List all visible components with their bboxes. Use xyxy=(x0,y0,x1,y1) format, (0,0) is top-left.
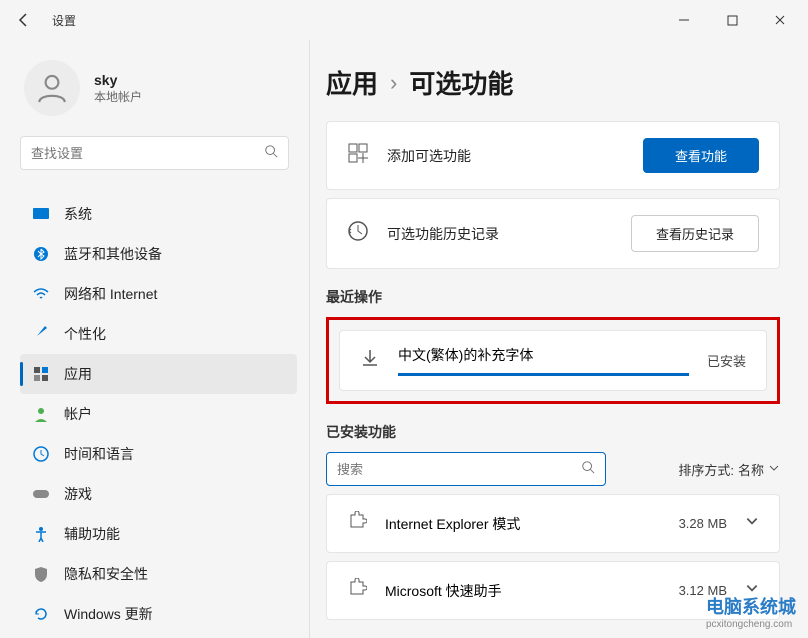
chevron-right-icon: › xyxy=(390,70,397,96)
gamepad-icon xyxy=(32,485,50,503)
sort-dropdown[interactable]: 排序方式: 名称 xyxy=(678,460,780,479)
recent-item-name: 中文(繁体)的补充字体 xyxy=(398,345,689,365)
search-icon xyxy=(264,144,278,163)
installed-feature-item[interactable]: Microsoft 快速助手 3.12 MB xyxy=(326,561,780,620)
nav-label: 隐私和安全性 xyxy=(64,564,148,584)
close-button[interactable] xyxy=(760,4,800,36)
nav-label: Windows 更新 xyxy=(64,604,153,624)
nav-label: 时间和语言 xyxy=(64,444,134,464)
sidebar-search[interactable] xyxy=(20,136,289,170)
feature-size: 3.12 MB xyxy=(679,583,727,598)
breadcrumb-parent[interactable]: 应用 xyxy=(326,64,378,101)
accessibility-icon xyxy=(32,525,50,543)
installed-heading: 已安装功能 xyxy=(326,422,780,442)
person-icon xyxy=(32,405,50,423)
sort-label: 排序方式: xyxy=(678,460,734,479)
shield-icon xyxy=(32,565,50,583)
apps-icon xyxy=(32,365,50,383)
view-history-button[interactable]: 查看历史记录 xyxy=(631,215,759,252)
nav-label: 网络和 Internet xyxy=(64,284,157,304)
progress-bar xyxy=(398,373,689,376)
nav-apps[interactable]: 应用 xyxy=(20,354,297,394)
nav-windows-update[interactable]: Windows 更新 xyxy=(20,594,297,634)
view-features-button[interactable]: 查看功能 xyxy=(643,138,759,173)
recent-item[interactable]: 中文(繁体)的补充字体 已安装 xyxy=(339,330,767,391)
chevron-down-icon xyxy=(768,462,780,477)
app-title: 设置 xyxy=(52,12,76,29)
nav-label: 应用 xyxy=(64,364,92,384)
feature-size: 3.28 MB xyxy=(679,516,727,531)
recent-heading: 最近操作 xyxy=(326,287,780,307)
nav-label: 个性化 xyxy=(64,324,106,344)
nav-label: 帐户 xyxy=(64,404,92,424)
maximize-button[interactable] xyxy=(712,4,752,36)
nav-label: 游戏 xyxy=(64,484,92,504)
recent-highlight-annotation: 中文(繁体)的补充字体 已安装 xyxy=(326,317,780,404)
breadcrumb: 应用 › 可选功能 xyxy=(326,64,780,101)
history-icon xyxy=(347,220,369,247)
installed-feature-item[interactable]: Internet Explorer 模式 3.28 MB xyxy=(326,494,780,553)
wifi-icon xyxy=(32,285,50,303)
download-icon xyxy=(360,348,380,373)
update-icon xyxy=(32,605,50,623)
add-feature-card[interactable]: 添加可选功能 查看功能 xyxy=(326,121,780,190)
bluetooth-icon xyxy=(32,245,50,263)
nav-label: 辅助功能 xyxy=(64,524,120,544)
recent-item-status: 已安装 xyxy=(707,351,746,370)
search-icon xyxy=(581,460,595,479)
system-icon xyxy=(32,205,50,223)
sort-value: 名称 xyxy=(738,460,764,479)
nav-system[interactable]: 系统 xyxy=(20,194,297,234)
feature-name: Internet Explorer 模式 xyxy=(385,514,661,534)
brush-icon xyxy=(32,325,50,343)
nav-privacy[interactable]: 隐私和安全性 xyxy=(20,554,297,594)
avatar xyxy=(24,60,80,116)
username: sky xyxy=(94,72,142,88)
nav-time-language[interactable]: 时间和语言 xyxy=(20,434,297,474)
installed-search[interactable] xyxy=(326,452,606,486)
profile-block[interactable]: sky 本地帐户 xyxy=(20,48,309,136)
sidebar-search-input[interactable] xyxy=(31,146,264,161)
nav-personalization[interactable]: 个性化 xyxy=(20,314,297,354)
chevron-down-icon[interactable] xyxy=(745,581,759,600)
add-feature-label: 添加可选功能 xyxy=(387,146,625,166)
minimize-button[interactable] xyxy=(664,4,704,36)
add-icon xyxy=(347,142,369,169)
feature-name: Microsoft 快速助手 xyxy=(385,581,661,601)
nav-accounts[interactable]: 帐户 xyxy=(20,394,297,434)
nav-network[interactable]: 网络和 Internet xyxy=(20,274,297,314)
nav-label: 蓝牙和其他设备 xyxy=(64,244,162,264)
installed-search-input[interactable] xyxy=(337,462,581,477)
puzzle-icon xyxy=(347,511,367,536)
nav-accessibility[interactable]: 辅助功能 xyxy=(20,514,297,554)
nav-gaming[interactable]: 游戏 xyxy=(20,474,297,514)
back-button[interactable] xyxy=(8,4,40,36)
breadcrumb-current: 可选功能 xyxy=(409,64,513,101)
account-type: 本地帐户 xyxy=(94,88,142,105)
history-label: 可选功能历史记录 xyxy=(387,224,613,244)
clock-icon xyxy=(32,445,50,463)
nav-bluetooth[interactable]: 蓝牙和其他设备 xyxy=(20,234,297,274)
history-card[interactable]: 可选功能历史记录 查看历史记录 xyxy=(326,198,780,269)
puzzle-icon xyxy=(347,578,367,603)
nav-label: 系统 xyxy=(64,204,92,224)
chevron-down-icon[interactable] xyxy=(745,514,759,533)
